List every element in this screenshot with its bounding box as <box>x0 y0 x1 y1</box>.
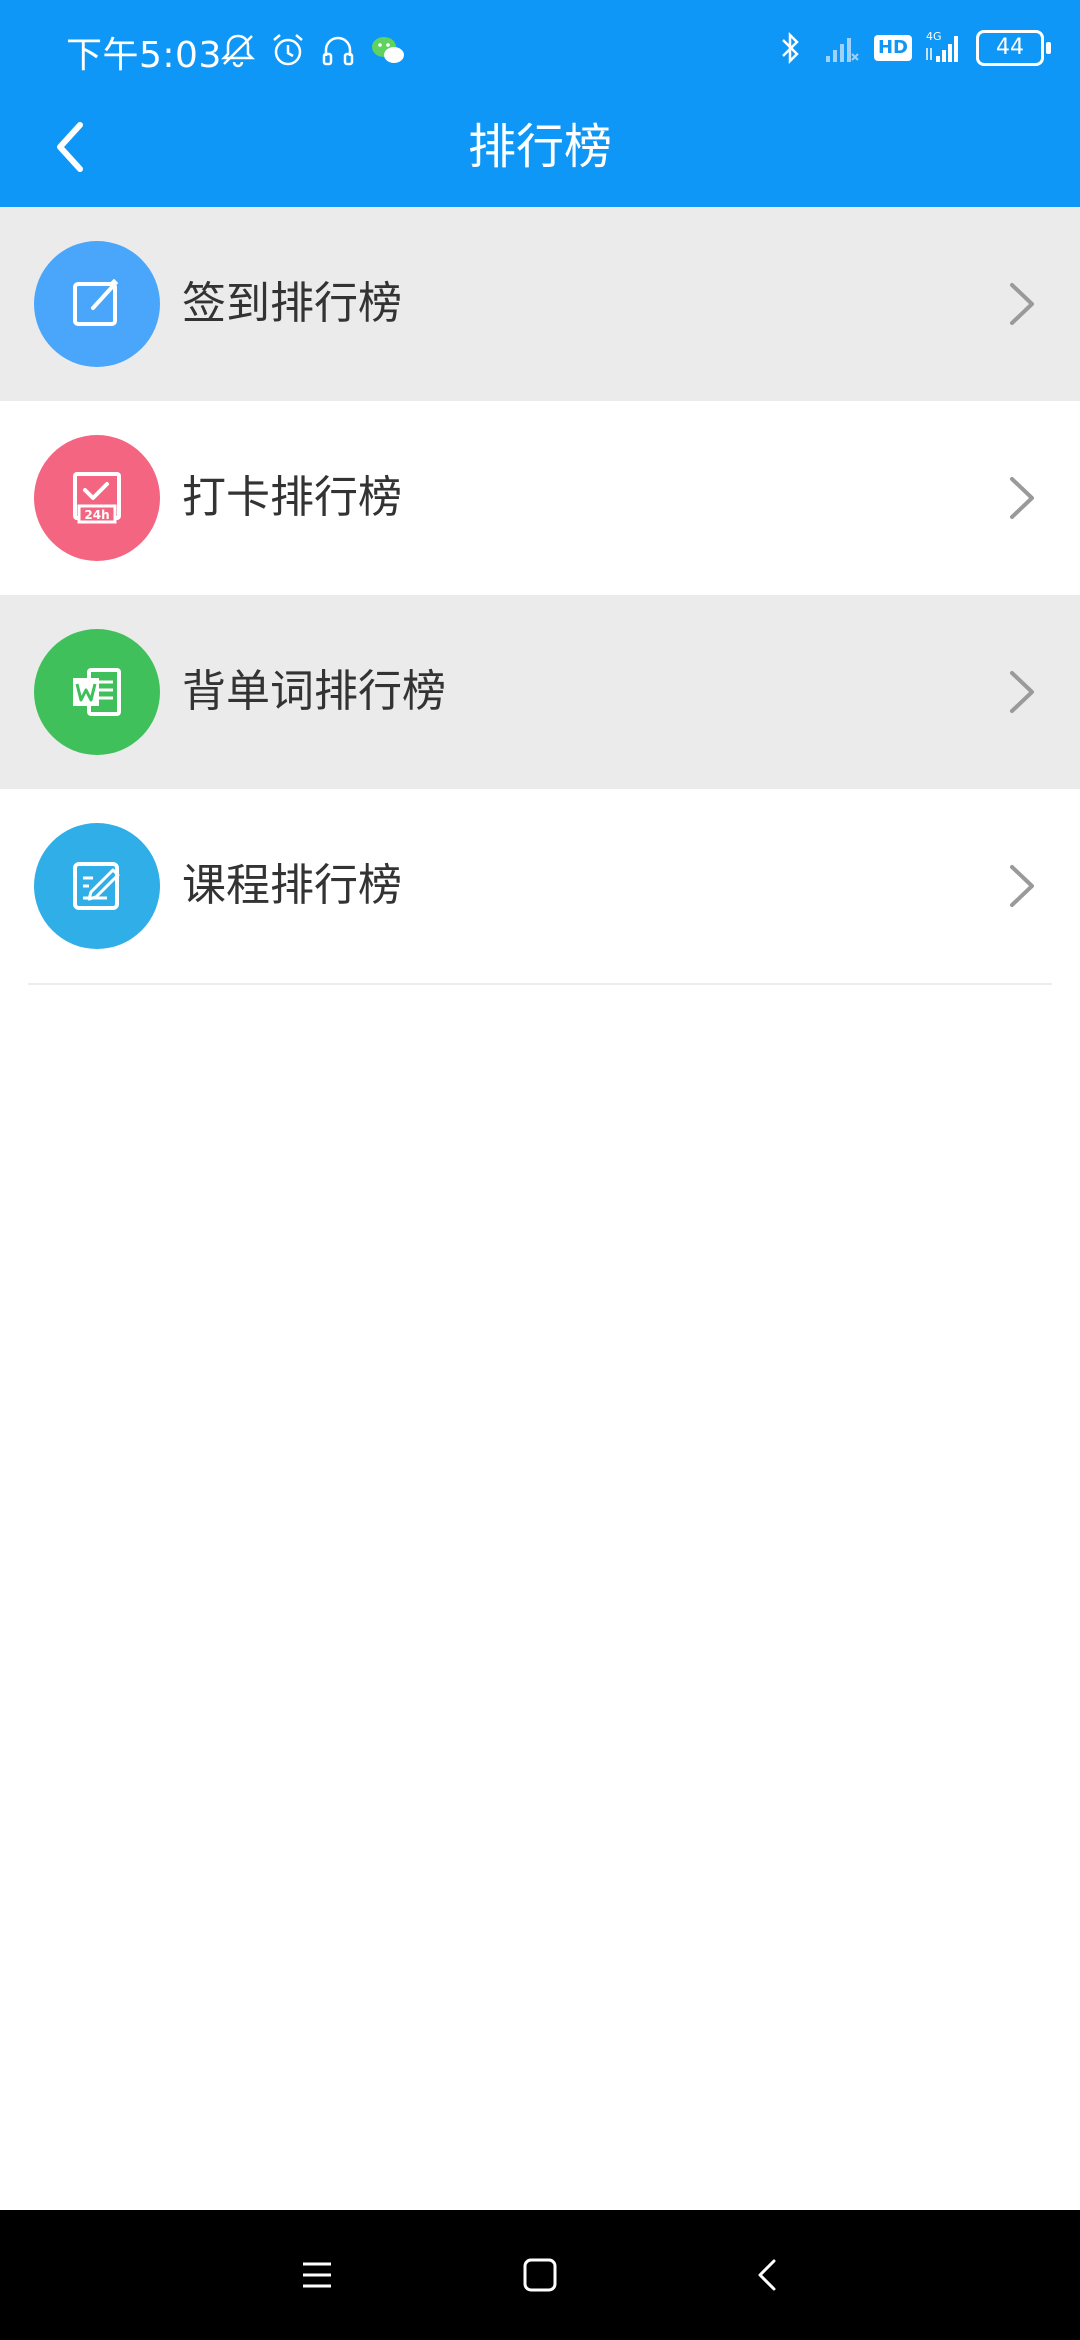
mute-bell-icon <box>220 34 256 68</box>
bluetooth-icon <box>782 31 799 65</box>
page-title: 排行榜 <box>467 119 612 175</box>
word-document-icon <box>34 629 160 755</box>
status-bar: 下午5:03 HD 4G 44 <box>0 0 1080 100</box>
hd-badge: HD <box>873 35 912 61</box>
list-item-label: 课程排行榜 <box>182 860 402 911</box>
list-item-label: 签到排行榜 <box>182 278 402 329</box>
wechat-icon <box>372 37 404 63</box>
list-item-label: 打卡排行榜 <box>182 472 402 523</box>
list-item-vocabulary-ranking[interactable]: 背单词排行榜 <box>0 595 1080 789</box>
signal-off-icon <box>825 38 859 62</box>
menu-icon <box>303 2262 331 2288</box>
header: 下午5:03 HD 4G 44 排行榜 <box>0 0 1080 207</box>
list-item-course-ranking[interactable]: 课程排行榜 <box>0 789 1080 983</box>
nav-home-button[interactable] <box>505 2240 575 2310</box>
alarm-icon <box>273 34 303 66</box>
chevron-right-icon <box>1010 671 1034 713</box>
course-edit-icon <box>34 823 160 949</box>
chevron-right-icon <box>1010 865 1034 907</box>
checkin-edit-icon <box>34 241 160 367</box>
home-square-icon <box>523 2258 557 2292</box>
svg-text:24h: 24h <box>84 508 109 522</box>
list-item-checkin-ranking[interactable]: 签到排行榜 <box>0 207 1080 401</box>
back-triangle-icon <box>758 2259 776 2291</box>
status-icons-left <box>218 30 408 70</box>
chevron-right-icon <box>1010 477 1034 519</box>
app-bar: 排行榜 <box>0 100 1080 207</box>
list-bottom-divider <box>28 983 1052 985</box>
system-nav-bar <box>0 2210 1080 2340</box>
status-icons-right: HD 4G 44 <box>770 28 1051 68</box>
ranking-list: 签到排行榜 24h 打卡排行榜 背单词排行榜 课程排行榜 <box>0 207 1080 985</box>
status-time: 下午5:03 <box>66 35 222 76</box>
punch-24h-icon: 24h <box>34 435 160 561</box>
list-item-punch-ranking[interactable]: 24h 打卡排行榜 <box>0 401 1080 595</box>
list-item-label: 背单词排行榜 <box>182 666 446 717</box>
nav-menu-button[interactable] <box>282 2240 352 2310</box>
svg-text:4G: 4G <box>926 30 942 43</box>
battery-indicator: 44 <box>976 30 1051 66</box>
nav-back-button[interactable] <box>733 2240 803 2310</box>
signal-4g-icon: 4G <box>926 30 958 62</box>
headset-icon <box>322 36 354 66</box>
chevron-right-icon <box>1010 283 1034 325</box>
